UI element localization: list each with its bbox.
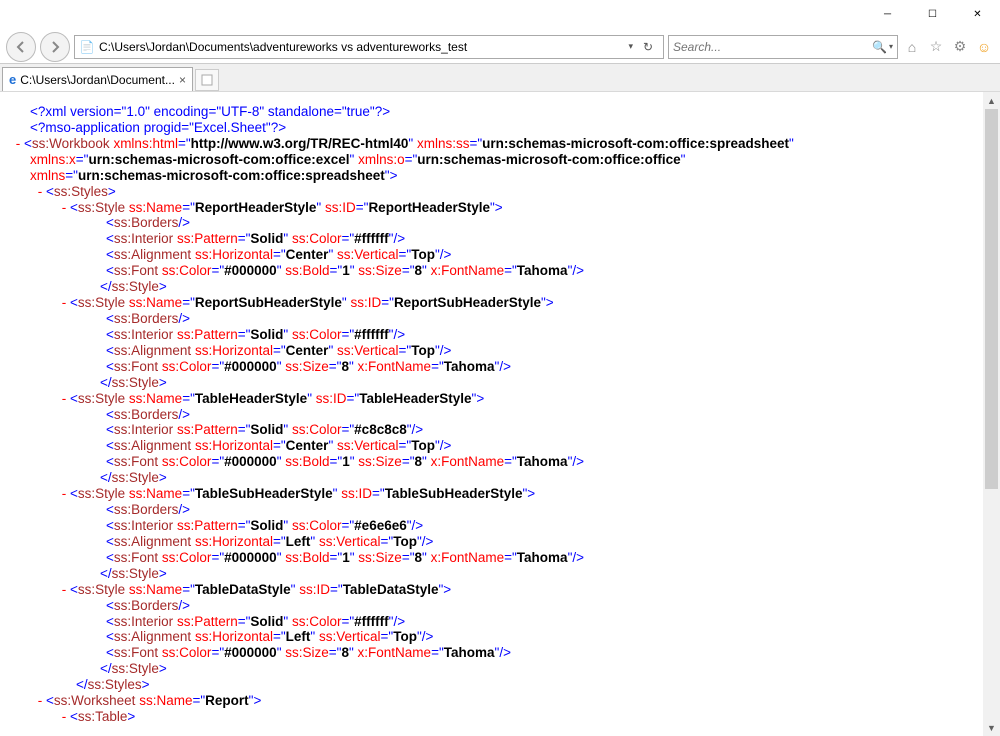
scrollbar[interactable]: ▲ ▼ <box>983 92 1000 736</box>
favorites-icon[interactable]: ☆ <box>926 37 946 57</box>
xml-view: <?xml version="1.0" encoding="UTF-8" sta… <box>0 92 983 736</box>
scroll-thumb[interactable] <box>985 109 998 489</box>
scroll-track[interactable] <box>983 109 1000 719</box>
address-dropdown-icon[interactable]: ▾ <box>624 41 637 52</box>
arrow-right-icon <box>48 40 62 54</box>
tab-strip: e C:\Users\Jordan\Document... × <box>0 64 1000 92</box>
forward-button[interactable] <box>40 32 70 62</box>
home-icon[interactable]: ⌂ <box>902 37 922 57</box>
tab-title: C:\Users\Jordan\Document... <box>20 73 175 87</box>
ie-icon: e <box>9 72 16 87</box>
address-bar[interactable]: 📄 C:\Users\Jordan\Documents\adventurewor… <box>74 35 664 59</box>
content-area: <?xml version="1.0" encoding="UTF-8" sta… <box>0 92 1000 736</box>
minimize-button[interactable]: ─ <box>865 0 910 28</box>
back-button[interactable] <box>6 32 36 62</box>
scroll-down-button[interactable]: ▼ <box>983 719 1000 736</box>
refresh-button[interactable]: ↻ <box>637 40 659 54</box>
address-path: C:\Users\Jordan\Documents\adventureworks… <box>99 40 624 54</box>
toolbar: 📄 C:\Users\Jordan\Documents\adventurewor… <box>0 30 1000 64</box>
tab-active[interactable]: e C:\Users\Jordan\Document... × <box>2 67 193 91</box>
close-button[interactable]: ✕ <box>955 0 1000 28</box>
search-dropdown-icon[interactable]: ▾ <box>889 42 893 51</box>
maximize-button[interactable]: ☐ <box>910 0 955 28</box>
search-icon[interactable]: 🔍 <box>870 40 889 54</box>
scroll-up-button[interactable]: ▲ <box>983 92 1000 109</box>
search-bar[interactable]: 🔍 ▾ <box>668 35 898 59</box>
smiley-icon[interactable]: ☺ <box>974 37 994 57</box>
file-icon: 📄 <box>79 39 95 55</box>
gear-icon[interactable]: ⚙ <box>950 37 970 57</box>
arrow-left-icon <box>14 40 28 54</box>
new-tab-icon <box>201 74 213 86</box>
search-input[interactable] <box>673 40 870 54</box>
titlebar: ─ ☐ ✕ <box>0 0 1000 30</box>
new-tab-button[interactable] <box>195 69 219 91</box>
close-tab-icon[interactable]: × <box>179 73 186 87</box>
